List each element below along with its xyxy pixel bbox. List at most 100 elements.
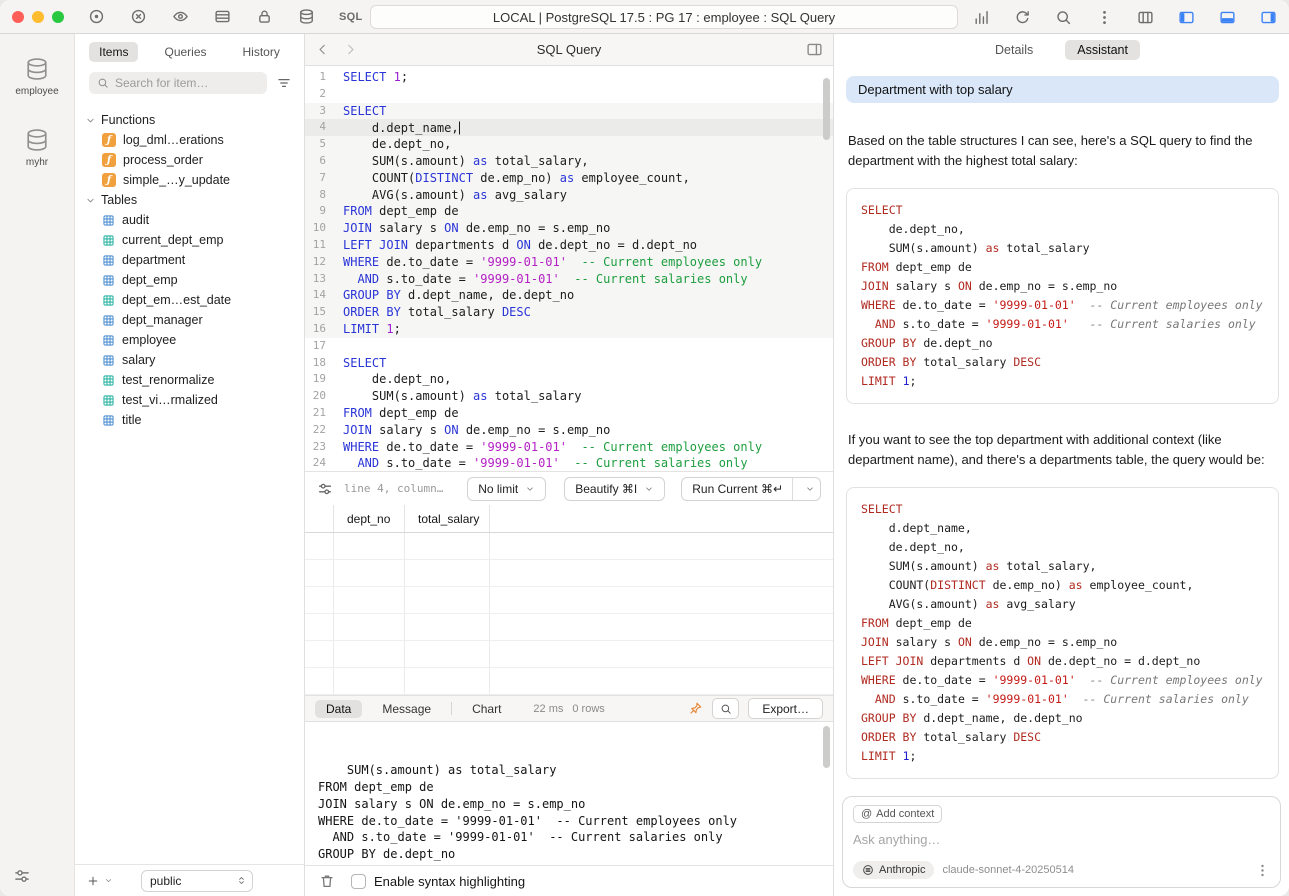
editor-line[interactable]: 15ORDER BY total_salary DESC — [305, 304, 833, 321]
search-input[interactable] — [115, 76, 259, 90]
filter-icon[interactable] — [276, 75, 292, 91]
table-row[interactable] — [305, 641, 833, 668]
tab-queries[interactable]: Queries — [154, 42, 216, 62]
sql-editor[interactable]: 1SELECT 1;23SELECT4 d.dept_name,5 de.dep… — [305, 66, 833, 471]
column-header-total-salary[interactable]: total_salary — [405, 505, 490, 532]
composer-more-icon[interactable] — [1255, 863, 1270, 878]
tree-section-functions[interactable]: Functions — [75, 110, 304, 130]
editor-line[interactable]: 7 COUNT(DISTINCT de.emp_no) as employee_… — [305, 170, 833, 187]
editor-line[interactable]: 13 AND s.to_date = '9999-01-01' -- Curre… — [305, 271, 833, 288]
connection-title[interactable]: LOCAL | PostgreSQL 17.5 : PG 17 : employ… — [370, 5, 958, 29]
tab-details[interactable]: Details — [983, 40, 1045, 60]
columns-icon[interactable] — [1137, 9, 1154, 26]
editor-line[interactable]: 9FROM dept_emp de — [305, 203, 833, 220]
checkbox[interactable] — [351, 874, 366, 889]
database-icon[interactable] — [298, 8, 315, 25]
sidebar-item-log-dml-erations[interactable]: ƒlog_dml…erations — [75, 130, 304, 150]
editor-line[interactable]: 10JOIN salary s ON de.emp_no = s.emp_no — [305, 220, 833, 237]
limit-dropdown[interactable]: No limit — [467, 477, 546, 501]
editor-line[interactable]: 8 AVG(s.amount) as avg_salary — [305, 187, 833, 204]
editor-line[interactable]: 5 de.dept_no, — [305, 136, 833, 153]
tab-message[interactable]: Message — [371, 700, 442, 718]
add-item-button[interactable] — [87, 875, 113, 887]
split-panel-icon[interactable] — [806, 41, 823, 58]
run-current-button[interactable]: Run Current ⌘↵ — [681, 477, 821, 501]
back-button[interactable] — [315, 42, 330, 57]
toggle-left-panel-icon[interactable] — [1178, 9, 1195, 26]
sidebar-item-dept-manager[interactable]: dept_manager — [75, 310, 304, 330]
sidebar-item-salary[interactable]: salary — [75, 350, 304, 370]
sidebar-item-simple-y-update[interactable]: ƒsimple_…y_update — [75, 170, 304, 190]
editor-line[interactable]: 2 — [305, 86, 833, 103]
editor-line[interactable]: 1SELECT 1; — [305, 69, 833, 86]
tree-section-tables[interactable]: Tables — [75, 190, 304, 210]
schema-select[interactable]: public — [141, 870, 253, 892]
sidebar-item-test-renormalize[interactable]: test_renormalize — [75, 370, 304, 390]
editor-line[interactable]: 23WHERE de.to_date = '9999-01-01' -- Cur… — [305, 439, 833, 456]
tab-items[interactable]: Items — [89, 42, 138, 62]
target-icon[interactable] — [88, 8, 105, 25]
editor-line[interactable]: 3SELECT — [305, 103, 833, 120]
column-header-dept-no[interactable]: dept_no — [334, 505, 405, 532]
table-rows-icon[interactable] — [214, 8, 231, 25]
provider-pill[interactable]: Anthropic — [853, 861, 934, 879]
editor-line[interactable]: 17 — [305, 338, 833, 355]
minimize-window-button[interactable] — [32, 11, 44, 23]
forward-button[interactable] — [343, 42, 358, 57]
editor-line[interactable]: 22JOIN salary s ON de.emp_no = s.emp_no — [305, 422, 833, 439]
editor-line[interactable]: 21FROM dept_emp de — [305, 405, 833, 422]
editor-settings-icon[interactable] — [317, 481, 333, 497]
sidebar-item-dept-em-est-date[interactable]: dept_em…est_date — [75, 290, 304, 310]
sidebar-item-department[interactable]: department — [75, 250, 304, 270]
syntax-highlight-toggle[interactable]: Enable syntax highlighting — [351, 874, 525, 889]
eye-icon[interactable] — [172, 8, 189, 25]
lock-icon[interactable] — [256, 8, 273, 25]
editor-line[interactable]: 18SELECT — [305, 355, 833, 372]
toggle-right-panel-icon[interactable] — [1260, 9, 1277, 26]
editor-line[interactable]: 12WHERE de.to_date = '9999-01-01' -- Cur… — [305, 254, 833, 271]
pin-icon[interactable] — [688, 701, 703, 716]
table-row[interactable] — [305, 560, 833, 587]
beautify-button[interactable]: Beautify ⌘I — [564, 477, 665, 501]
sidebar-item-title[interactable]: title — [75, 410, 304, 430]
sidebar-item-test-vi-rmalized[interactable]: test_vi…rmalized — [75, 390, 304, 410]
editor-line[interactable]: 16LIMIT 1; — [305, 321, 833, 338]
table-row[interactable] — [305, 587, 833, 614]
editor-line[interactable]: 14GROUP BY d.dept_name, de.dept_no — [305, 287, 833, 304]
table-row[interactable] — [305, 533, 833, 560]
trash-icon[interactable] — [319, 873, 335, 889]
refresh-icon[interactable] — [1014, 9, 1031, 26]
editor-line[interactable]: 20 SUM(s.amount) as total_salary — [305, 388, 833, 405]
table-row[interactable] — [305, 614, 833, 641]
search-icon[interactable] — [1055, 9, 1072, 26]
editor-line[interactable]: 19 de.dept_no, — [305, 371, 833, 388]
sidebar-item-audit[interactable]: audit — [75, 210, 304, 230]
sidebar-item-employee[interactable]: employee — [75, 330, 304, 350]
close-window-button[interactable] — [12, 11, 24, 23]
editor-line[interactable]: 6 SUM(s.amount) as total_salary, — [305, 153, 833, 170]
chat-input[interactable] — [853, 832, 1270, 847]
sidebar-item-dept-emp[interactable]: dept_emp — [75, 270, 304, 290]
editor-line[interactable]: 24 AND s.to_date = '9999-01-01' -- Curre… — [305, 455, 833, 471]
tab-history[interactable]: History — [233, 42, 290, 62]
disconnect-icon[interactable] — [130, 8, 147, 25]
message-panel[interactable]: SUM(s.amount) as total_salaryFROM dept_e… — [305, 722, 833, 865]
sidebar-item-process-order[interactable]: ƒprocess_order — [75, 150, 304, 170]
add-context-chip[interactable]: @ Add context — [853, 805, 942, 823]
toggle-bottom-panel-icon[interactable] — [1219, 9, 1236, 26]
editor-scrollbar[interactable] — [823, 78, 830, 140]
run-options-button[interactable] — [800, 478, 820, 500]
chart-icon[interactable] — [973, 9, 990, 26]
more-icon[interactable] — [1096, 9, 1113, 26]
tab-chart[interactable]: Chart — [461, 700, 512, 718]
tab-data[interactable]: Data — [315, 700, 362, 718]
message-scrollbar[interactable] — [823, 726, 830, 768]
chat-composer[interactable]: @ Add context Anthropic claude-sonnet-4-… — [842, 796, 1281, 888]
connection-employee[interactable]: employee — [0, 56, 74, 97]
export-button[interactable]: Export… — [748, 698, 823, 719]
editor-line[interactable]: 11LEFT JOIN departments d ON de.dept_no … — [305, 237, 833, 254]
search-results-button[interactable] — [712, 698, 739, 719]
tab-assistant[interactable]: Assistant — [1065, 40, 1140, 60]
sidebar-item-current-dept-emp[interactable]: current_dept_emp — [75, 230, 304, 250]
table-row[interactable] — [305, 668, 833, 695]
